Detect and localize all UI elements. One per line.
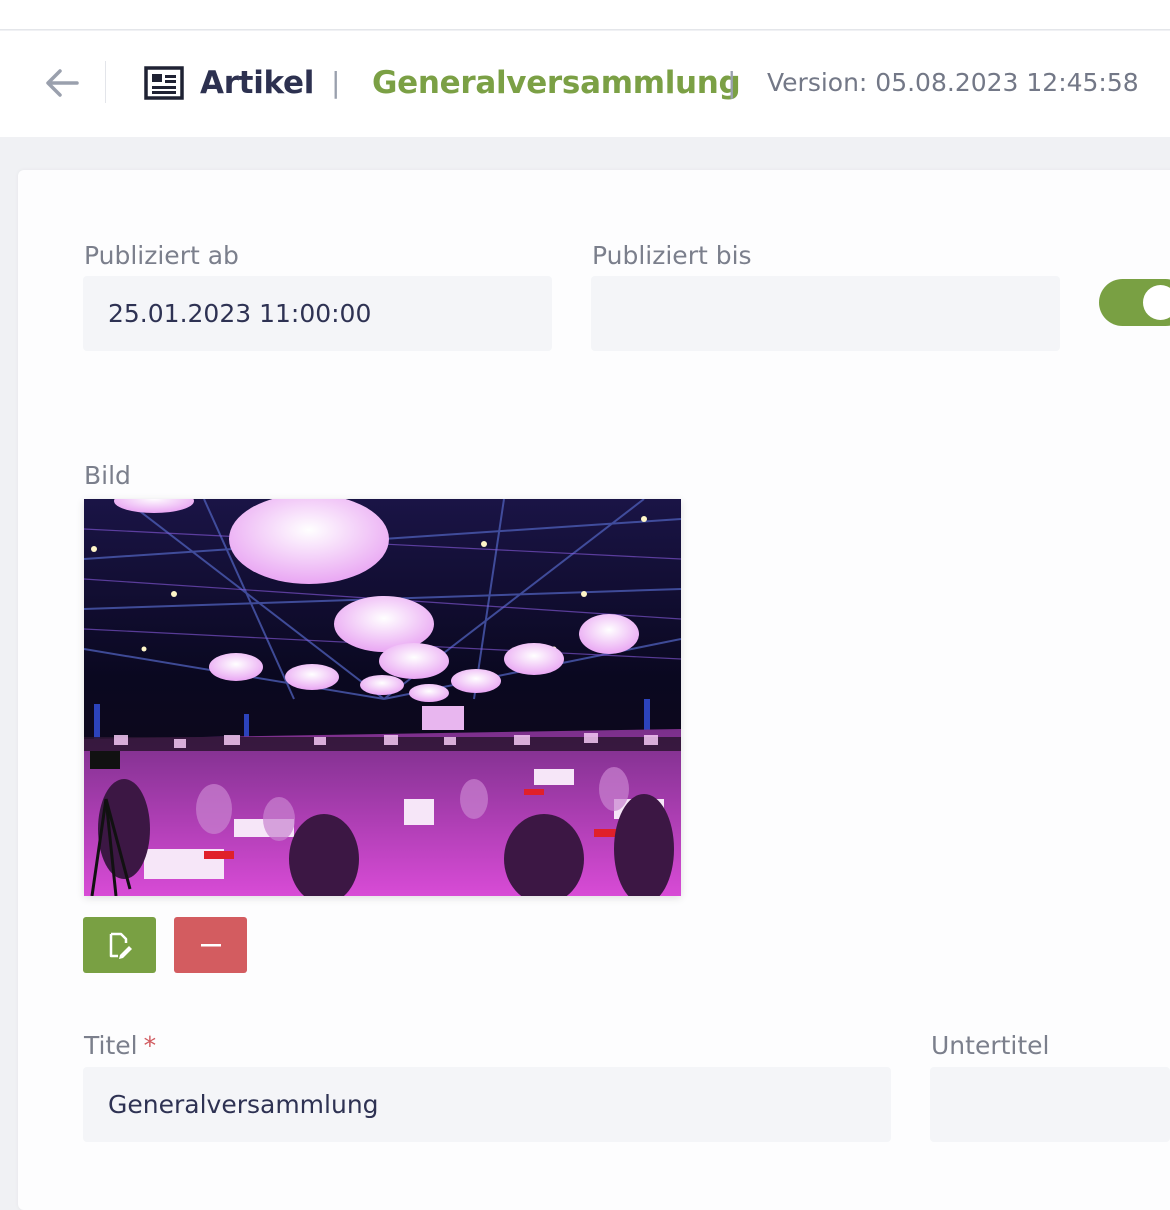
top-strip: [0, 0, 1170, 30]
version-label: Version: 05.08.2023 12:45:58: [767, 68, 1139, 97]
module-title: Artikel: [200, 65, 315, 101]
required-marker: *: [143, 1031, 157, 1060]
title-value: Generalversammlung: [108, 1090, 379, 1119]
title-input[interactable]: Generalversammlung: [83, 1067, 891, 1142]
image-label: Bild: [84, 461, 131, 490]
newspaper-icon: [144, 66, 184, 100]
back-button[interactable]: [40, 63, 84, 103]
active-toggle[interactable]: [1099, 279, 1170, 326]
edit-image-button[interactable]: [83, 917, 156, 973]
title-label-text: Titel: [84, 1031, 138, 1060]
title-label: Titel *: [84, 1030, 156, 1062]
published-until-label: Publiziert bis: [592, 241, 752, 270]
record-title: Generalversammlung: [372, 65, 741, 101]
article-image[interactable]: [84, 499, 681, 896]
published-from-input[interactable]: 25.01.2023 11:00:00: [83, 276, 552, 351]
edit-file-icon: [109, 932, 132, 959]
header-divider: [105, 61, 106, 103]
page-header: Artikel | Generalversammlung | Version: …: [0, 31, 1170, 137]
remove-image-button[interactable]: [174, 917, 247, 973]
arrow-left-icon: [46, 69, 79, 97]
title-separator: |: [331, 66, 341, 99]
subtitle-label: Untertitel: [931, 1031, 1050, 1060]
version-separator: |: [727, 66, 737, 99]
published-from-label: Publiziert ab: [84, 241, 239, 270]
minus-icon: [200, 944, 221, 947]
published-from-value: 25.01.2023 11:00:00: [108, 299, 372, 328]
subtitle-input[interactable]: [930, 1067, 1170, 1142]
published-until-input[interactable]: [591, 276, 1060, 351]
toggle-knob: [1143, 285, 1170, 320]
